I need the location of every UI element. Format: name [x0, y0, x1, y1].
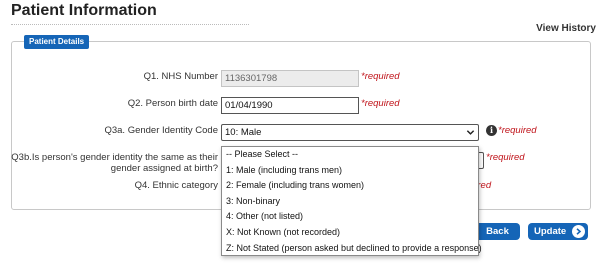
update-button[interactable]: Update — [528, 223, 588, 240]
dropdown-option-other[interactable]: 4: Other (not listed) — [222, 209, 478, 225]
dropdown-option-not-known[interactable]: X: Not Known (not recorded) — [222, 225, 478, 241]
dropdown-option-non-binary[interactable]: 3: Non-binary — [222, 194, 478, 210]
view-history-link[interactable]: View History — [536, 23, 596, 34]
gender-identity-select[interactable]: 10: Male — [221, 124, 479, 141]
q2-label: Q2. Person birth date — [127, 98, 218, 109]
dropdown-option-male[interactable]: 1: Male (including trans men) — [222, 163, 478, 179]
q3b-label-line1: Q3b.Is person's gender identity the same… — [11, 152, 218, 163]
birth-date-input[interactable]: 01/04/1990 — [221, 97, 359, 114]
gender-identity-value: 10: Male — [225, 127, 262, 138]
dropdown-option-please-select[interactable]: -- Please Select -- — [222, 147, 478, 163]
q3b-label: Q3b.Is person's gender identity the same… — [11, 152, 218, 174]
info-icon[interactable]: i — [486, 125, 497, 136]
q1-label: Q1. NHS Number — [143, 71, 218, 82]
chevron-down-icon — [466, 130, 475, 135]
page-title: Patient Information — [11, 2, 157, 19]
back-button[interactable]: Back — [475, 223, 520, 240]
dropdown-option-not-stated[interactable]: Z: Not Stated (person asked but declined… — [222, 241, 482, 257]
q4-label: Q4. Ethnic category — [134, 180, 218, 191]
q3b-required: *required — [486, 152, 525, 163]
panel-tab-patient-details[interactable]: Patient Details — [24, 35, 90, 49]
title-divider — [11, 24, 249, 25]
update-button-label: Update — [534, 226, 567, 237]
q3b-label-line2: gender assigned at birth? — [110, 163, 218, 174]
nhs-number-field: 1136301798 — [221, 70, 359, 87]
arrow-right-icon — [572, 225, 585, 238]
gender-identity-dropdown: -- Please Select -- 1: Male (including t… — [221, 146, 482, 257]
q2-required: *required — [361, 98, 400, 109]
dropdown-option-female[interactable]: 2: Female (including trans women) — [222, 178, 478, 194]
q1-required: *required — [361, 71, 400, 82]
q3a-required: *required — [498, 125, 537, 136]
q3a-label: Q3a. Gender Identity Code — [104, 125, 218, 136]
